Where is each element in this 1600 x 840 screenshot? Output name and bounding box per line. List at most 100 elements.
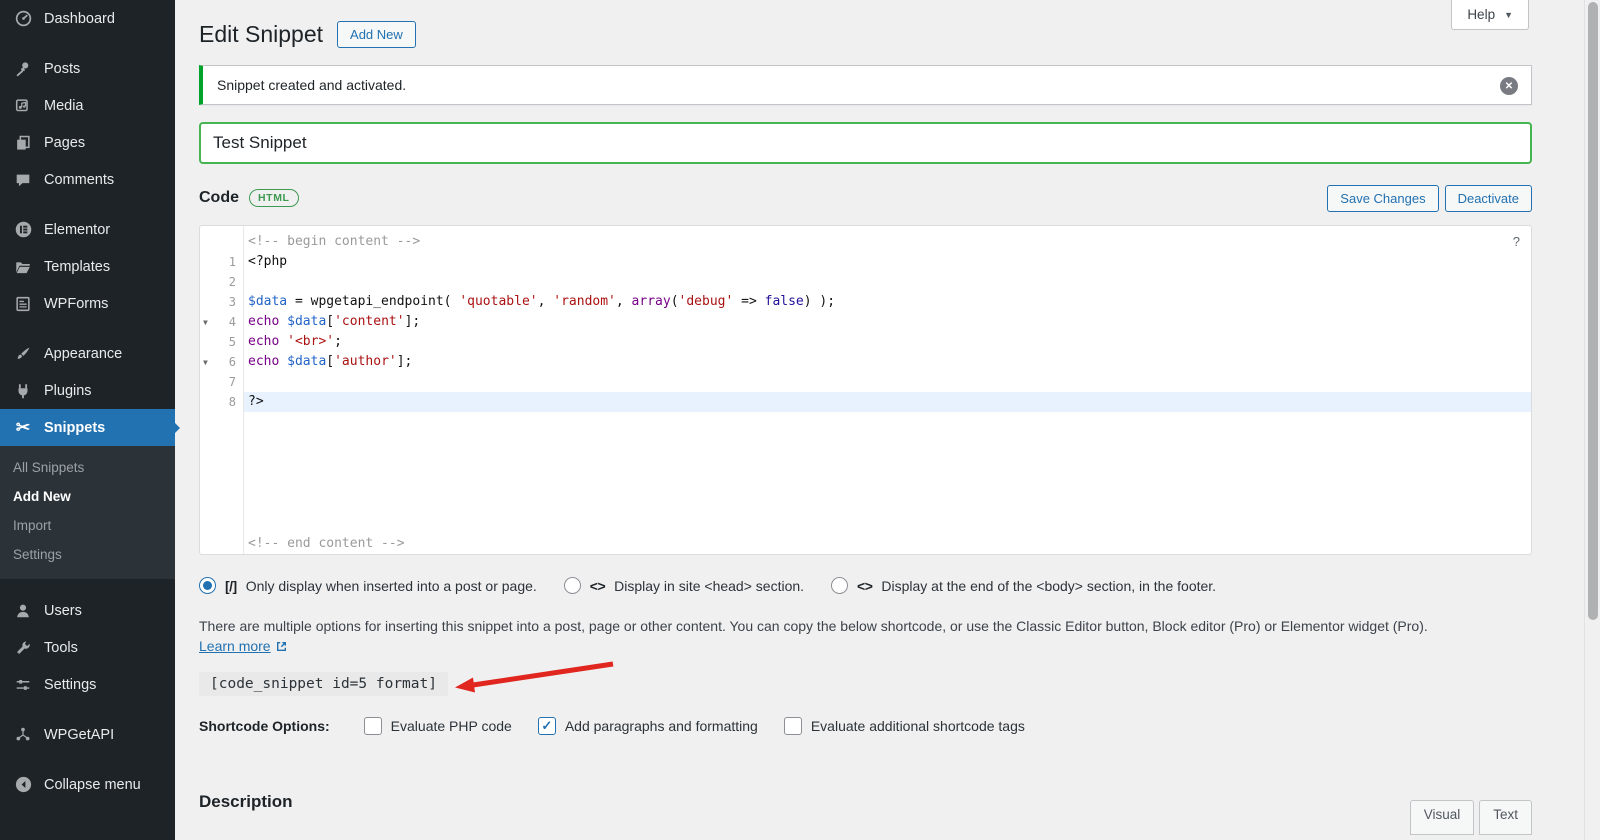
sidebar-item-posts[interactable]: Posts — [0, 50, 175, 87]
display-option-label: Display at the end of the <body> section… — [881, 577, 1217, 594]
wordpress-admin-page: { "colors": { "accent_blue": "#2271b1", … — [0, 0, 1600, 840]
submenu-item-add-new[interactable]: Add New — [0, 482, 175, 511]
sidebar-item-templates[interactable]: Templates — [0, 248, 175, 285]
sidebar-item-snippets[interactable]: ✂ Snippets — [0, 409, 180, 446]
line-number — [200, 534, 243, 554]
add-new-button[interactable]: Add New — [337, 20, 416, 48]
code-glyph-icon: [/] — [225, 577, 237, 594]
shortcode-option-checkbox[interactable]: ✓ Evaluate PHP code — [363, 717, 512, 735]
sidebar-item-plugins[interactable]: Plugins — [0, 372, 175, 409]
sidebar-item-label: Templates — [44, 258, 111, 275]
sidebar-item-appearance[interactable]: Appearance — [0, 335, 175, 372]
submenu-item-settings[interactable]: Settings — [0, 540, 175, 569]
code-line[interactable]: <!-- end content --> — [200, 534, 1531, 554]
code-line[interactable]: 2 — [200, 272, 1531, 292]
line-number: 7 — [228, 375, 236, 389]
tab-visual[interactable]: Visual — [1409, 800, 1475, 835]
checkbox-icon[interactable]: ✓ — [783, 717, 802, 735]
sidebar-item-elementor[interactable]: Elementor — [0, 211, 175, 248]
description-editor-tabs: Visual Text — [1409, 800, 1532, 835]
display-option-radio[interactable]: <> Display at the end of the <body> secti… — [831, 577, 1216, 594]
sidebar-item-label: Appearance — [44, 345, 123, 362]
sidebar-item-label: Elementor — [44, 221, 111, 238]
pin-icon — [13, 59, 33, 79]
red-arrow-annotation — [455, 661, 614, 693]
fold-arrow-icon[interactable]: ▼ — [203, 313, 208, 333]
radio-icon[interactable] — [563, 577, 581, 594]
code-line[interactable]: 5 echo '<br>'; — [200, 332, 1531, 352]
sidebar-item-label: Users — [44, 602, 82, 619]
submenu-item-import[interactable]: Import — [0, 511, 175, 540]
checkbox-icon[interactable]: ✓ — [537, 717, 556, 735]
shortcode-option-checkbox[interactable]: ✓ Add paragraphs and formatting — [537, 717, 758, 735]
snippet-title-input[interactable] — [199, 122, 1532, 164]
shortcode-option-checkbox[interactable]: ✓ Evaluate additional shortcode tags — [783, 717, 1025, 735]
sidebar-item-comments[interactable]: Comments — [0, 161, 175, 198]
sidebar-item-tools[interactable]: Tools — [0, 629, 175, 666]
sidebar-item-wpforms[interactable]: WPForms — [0, 285, 175, 322]
insertion-description: There are multiple options for inserting… — [199, 618, 1428, 634]
deactivate-button[interactable]: Deactivate — [1444, 184, 1532, 212]
sidebar-item-wpgetapi[interactable]: WPGetAPI — [0, 716, 175, 753]
line-number: 2 — [228, 275, 236, 289]
page-header: Edit Snippet Add New — [199, 0, 1532, 50]
display-location-options: [/] Only display when inserted into a pos… — [199, 577, 1532, 594]
code-line[interactable]: 8 ?> — [200, 392, 1531, 412]
code-text: <!-- begin content --> — [248, 234, 421, 249]
display-option-label: Only display when inserted into a post o… — [245, 577, 537, 594]
users-icon — [13, 601, 33, 621]
editor-help-icon[interactable]: ? — [1513, 234, 1520, 249]
radio-icon[interactable] — [199, 577, 216, 594]
chevron-down-icon: ▼ — [1504, 9, 1513, 20]
code-line[interactable]: 7 — [200, 372, 1531, 392]
radio-icon[interactable] — [831, 577, 849, 594]
scrollbar-thumb[interactable] — [1588, 2, 1598, 620]
sidebar-item-settings[interactable]: Settings — [0, 666, 175, 703]
pages-icon — [13, 133, 33, 153]
admin-sidebar: Dashboard Posts Media Pages Comments Elemento… — [0, 0, 180, 840]
code-editor[interactable]: ? <!-- begin content --> 1 <?php 2 3 $data = … — [199, 225, 1532, 555]
tab-text[interactable]: Text — [1479, 800, 1532, 835]
gutter-separator — [243, 226, 244, 554]
templates-icon — [13, 257, 33, 277]
external-link-icon — [276, 641, 286, 651]
page-scrollbar — [1584, 0, 1600, 840]
code-line[interactable]: 1 <?php — [200, 252, 1531, 272]
code-glyph-icon: <> — [857, 577, 873, 594]
sidebar-item-dashboard[interactable]: Dashboard — [0, 0, 175, 37]
learn-more-link[interactable]: Learn more — [199, 638, 288, 654]
display-option-radio[interactable]: <> Display in site <head> section. — [563, 577, 805, 594]
sidebar-item-label: Collapse menu — [44, 776, 141, 793]
display-option-label: Display in site <head> section. — [614, 577, 805, 594]
code-line[interactable]: 3 $data = wpgetapi_endpoint( 'quotable', … — [200, 292, 1531, 312]
checkbox-icon[interactable]: ✓ — [363, 717, 382, 735]
save-changes-button[interactable]: Save Changes — [1327, 184, 1439, 212]
line-number: 5 — [228, 335, 236, 349]
submenu-item-all-snippets[interactable]: All Snippets — [0, 453, 175, 482]
line-number: 1 — [228, 255, 236, 269]
sidebar-item-collapse-menu[interactable]: Collapse menu — [0, 766, 175, 803]
code-text: echo $data['content']; — [248, 314, 421, 329]
appearance-icon — [13, 344, 33, 364]
sidebar-item-users[interactable]: Users — [0, 592, 175, 629]
code-line[interactable]: ▼ 6 echo $data['author']; — [200, 352, 1531, 372]
sidebar-item-label: Media — [44, 97, 84, 114]
code-text: <?php — [248, 254, 288, 269]
help-dropdown[interactable]: Help ▼ — [1451, 0, 1529, 30]
code-line[interactable]: <!-- begin content --> — [200, 232, 1531, 252]
sidebar-item-label: Settings — [44, 676, 97, 693]
help-label: Help — [1467, 7, 1496, 22]
sidebar-item-pages[interactable]: Pages — [0, 124, 175, 161]
sidebar-item-label: WPGetAPI — [44, 726, 115, 743]
fold-arrow-icon[interactable]: ▼ — [203, 353, 208, 373]
dismiss-notice-icon[interactable]: ✕ — [1500, 77, 1518, 95]
line-number: 8 — [228, 395, 236, 409]
code-line[interactable]: ▼ 4 echo $data['content']; — [200, 312, 1531, 332]
code-text: <!-- end content --> — [248, 536, 405, 551]
display-option-radio[interactable]: [/] Only display when inserted into a pos… — [199, 577, 537, 594]
shortcode-row: [code_snippet id=5 format] — [199, 661, 1532, 700]
sidebar-item-label: Tools — [44, 639, 78, 656]
sidebar-item-media[interactable]: Media — [0, 87, 175, 124]
shortcode-value[interactable]: [code_snippet id=5 format] — [199, 672, 448, 696]
